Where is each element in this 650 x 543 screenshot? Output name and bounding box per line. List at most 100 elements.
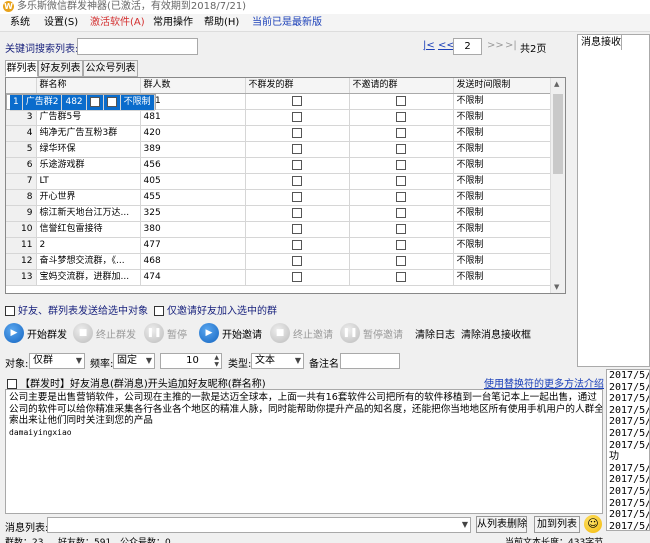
no-send-checkbox[interactable] xyxy=(292,159,302,170)
menu-settings[interactable]: 设置(S) xyxy=(44,16,78,30)
no-invite-checkbox[interactable] xyxy=(396,159,406,170)
invite-selected-option[interactable]: 仅邀请好友加入选中的群 xyxy=(154,302,277,317)
type-select[interactable]: 文本 ▼ xyxy=(251,353,304,369)
pager-next[interactable]: >> xyxy=(487,40,504,51)
table-row[interactable]: 5 绿华环保 389 不限制 xyxy=(6,141,551,159)
no-send-checkbox[interactable] xyxy=(292,143,302,154)
append-nickname-option[interactable]: 【群发时】好友消息(群消息)开头追加好友昵称(群名称) xyxy=(7,375,266,390)
no-send-checkbox[interactable] xyxy=(292,271,302,282)
no-invite-checkbox[interactable] xyxy=(396,191,406,202)
table-row[interactable]: 11 2 477 不限制 xyxy=(6,237,551,255)
group-name-cell: 信誉红包雷接待 xyxy=(36,221,141,239)
target-select[interactable]: 仅群 ▼ xyxy=(29,353,85,369)
menu-common-ops[interactable]: 常用操作 xyxy=(153,16,193,30)
pause-button[interactable]: ❚❚ 暂停 xyxy=(144,322,187,344)
target-label: 对象: xyxy=(5,359,29,370)
pause-invite-button[interactable]: ❚❚ 暂停邀请 xyxy=(340,322,403,344)
message-textarea[interactable]: 公司主要是出售营销软件，公司现在主推的一款是达迈全球本，上面一共有16套软件公司… xyxy=(5,389,603,514)
table-row[interactable]: 1 广告群2 482 不限制 xyxy=(6,94,156,112)
table-scrollbar[interactable]: ▲ ▼ xyxy=(550,78,565,293)
tab-official-accounts[interactable]: 公众号列表 xyxy=(83,60,138,77)
pause-icon: ❚❚ xyxy=(144,323,164,343)
no-send-checkbox[interactable] xyxy=(292,223,302,234)
no-send-checkbox[interactable] xyxy=(292,127,302,138)
clear-log-button[interactable]: 清除日志 xyxy=(415,322,455,344)
interval-stepper[interactable]: 10 ▲ ▼ xyxy=(160,353,222,369)
no-invite-checkbox[interactable] xyxy=(396,223,406,234)
no-invite-checkbox[interactable] xyxy=(396,239,406,250)
pager-first[interactable]: |< xyxy=(423,40,435,51)
table-row[interactable]: 4 纯净无广告互粉3群 420 不限制 xyxy=(6,125,551,143)
help-link[interactable]: 使用替换符的更多方法介绍 xyxy=(484,375,604,390)
table-row[interactable]: 10 信誉红包雷接待 380 不限制 xyxy=(6,221,551,239)
table-row[interactable]: 7 LT 405 不限制 xyxy=(6,173,551,191)
header-no-invite[interactable]: 不邀请的群 xyxy=(349,78,454,95)
scroll-thumb[interactable] xyxy=(553,94,563,174)
checkbox-cell xyxy=(245,253,350,271)
send-selected-option[interactable]: 好友、群列表发送给选中对象 xyxy=(5,302,148,317)
checkbox-cell xyxy=(245,173,350,191)
stop-invite-button[interactable]: ■ 终止邀请 xyxy=(270,322,333,344)
append-nickname-checkbox[interactable] xyxy=(7,379,17,389)
table-row[interactable]: 12 奋斗梦想交流群，《... 468 不限制 xyxy=(6,253,551,271)
note-input[interactable] xyxy=(340,353,400,369)
table-row[interactable]: 6 乐途游戏群 456 不限制 xyxy=(6,157,551,175)
log-line: 2017/5/ xyxy=(609,416,650,428)
header-member-count[interactable]: 群人数 xyxy=(140,78,246,95)
header-group-name[interactable]: 群名称 xyxy=(36,78,141,95)
no-invite-checkbox[interactable] xyxy=(396,111,406,122)
add-to-list-button[interactable]: 加到列表 xyxy=(534,516,580,533)
scroll-down-icon[interactable]: ▼ xyxy=(554,283,559,291)
search-input[interactable] xyxy=(77,38,198,55)
checkbox-cell xyxy=(349,125,454,143)
no-invite-checkbox[interactable] xyxy=(396,127,406,138)
no-send-checkbox[interactable] xyxy=(292,175,302,186)
table-row[interactable]: 3 广告群5号 481 不限制 xyxy=(6,109,551,127)
table-row[interactable]: 13 宝妈交流群，进群加... 474 不限制 xyxy=(6,269,551,287)
no-invite-checkbox[interactable] xyxy=(396,175,406,186)
frequency-label: 频率: xyxy=(90,359,114,370)
pager-last[interactable]: >| xyxy=(505,40,517,51)
no-invite-checkbox[interactable] xyxy=(396,207,406,218)
group-name-cell: 纯净无广告互粉3群 xyxy=(36,125,141,143)
menu-system[interactable]: 系统 xyxy=(10,16,30,30)
tab-groups[interactable]: 群列表 xyxy=(5,60,38,77)
scroll-up-icon[interactable]: ▲ xyxy=(554,80,559,88)
menu-update-status[interactable]: 当前已是最新版 xyxy=(252,16,322,30)
no-send-checkbox[interactable] xyxy=(89,96,100,107)
remove-from-list-button[interactable]: 从列表删除 xyxy=(476,516,527,533)
start-invite-button[interactable]: ▶ 开始邀请 xyxy=(199,322,262,344)
no-invite-checkbox[interactable] xyxy=(396,143,406,154)
header-time-limit[interactable]: 发送时间限制 xyxy=(453,78,551,95)
tab-message-receive[interactable]: 消息接收 xyxy=(577,34,622,50)
no-invite-checkbox[interactable] xyxy=(396,95,406,106)
no-send-checkbox[interactable] xyxy=(292,191,302,202)
menu-activate[interactable]: 激活软件(A) xyxy=(90,16,145,30)
group-name-cell: 广告群5号 xyxy=(36,109,141,127)
start-send-button[interactable]: ▶ 开始群发 xyxy=(4,322,67,344)
emoji-icon[interactable]: ☺ xyxy=(584,515,602,533)
tab-friends[interactable]: 好友列表 xyxy=(38,60,83,77)
no-send-checkbox[interactable] xyxy=(292,255,302,266)
clear-inbox-button[interactable]: 清除消息接收框 xyxy=(461,322,531,344)
send-selected-checkbox[interactable] xyxy=(5,306,15,316)
header-no-send[interactable]: 不群发的群 xyxy=(245,78,350,95)
no-send-checkbox[interactable] xyxy=(292,239,302,250)
no-send-checkbox[interactable] xyxy=(292,207,302,218)
row-index: 6 xyxy=(6,157,37,175)
no-invite-checkbox[interactable] xyxy=(396,255,406,266)
no-invite-checkbox[interactable] xyxy=(396,271,406,282)
no-send-checkbox[interactable] xyxy=(292,111,302,122)
invite-selected-checkbox[interactable] xyxy=(154,306,164,316)
message-list-label: 消息列表: xyxy=(5,523,49,534)
table-row[interactable]: 9 棕江新天地台江万达... 325 不限制 xyxy=(6,205,551,223)
table-row[interactable]: 8 开心世界 455 不限制 xyxy=(6,189,551,207)
message-list-select[interactable]: ▼ xyxy=(47,517,471,533)
frequency-select[interactable]: 固定 ▼ xyxy=(113,353,155,369)
no-invite-checkbox[interactable] xyxy=(106,96,117,107)
page-number-input[interactable]: 2 xyxy=(453,38,482,55)
log-line: 2017/5/ xyxy=(609,509,650,521)
stop-send-button[interactable]: ■ 终止群发 xyxy=(73,322,136,344)
no-send-checkbox[interactable] xyxy=(292,95,302,106)
menu-help[interactable]: 帮助(H) xyxy=(204,16,239,30)
